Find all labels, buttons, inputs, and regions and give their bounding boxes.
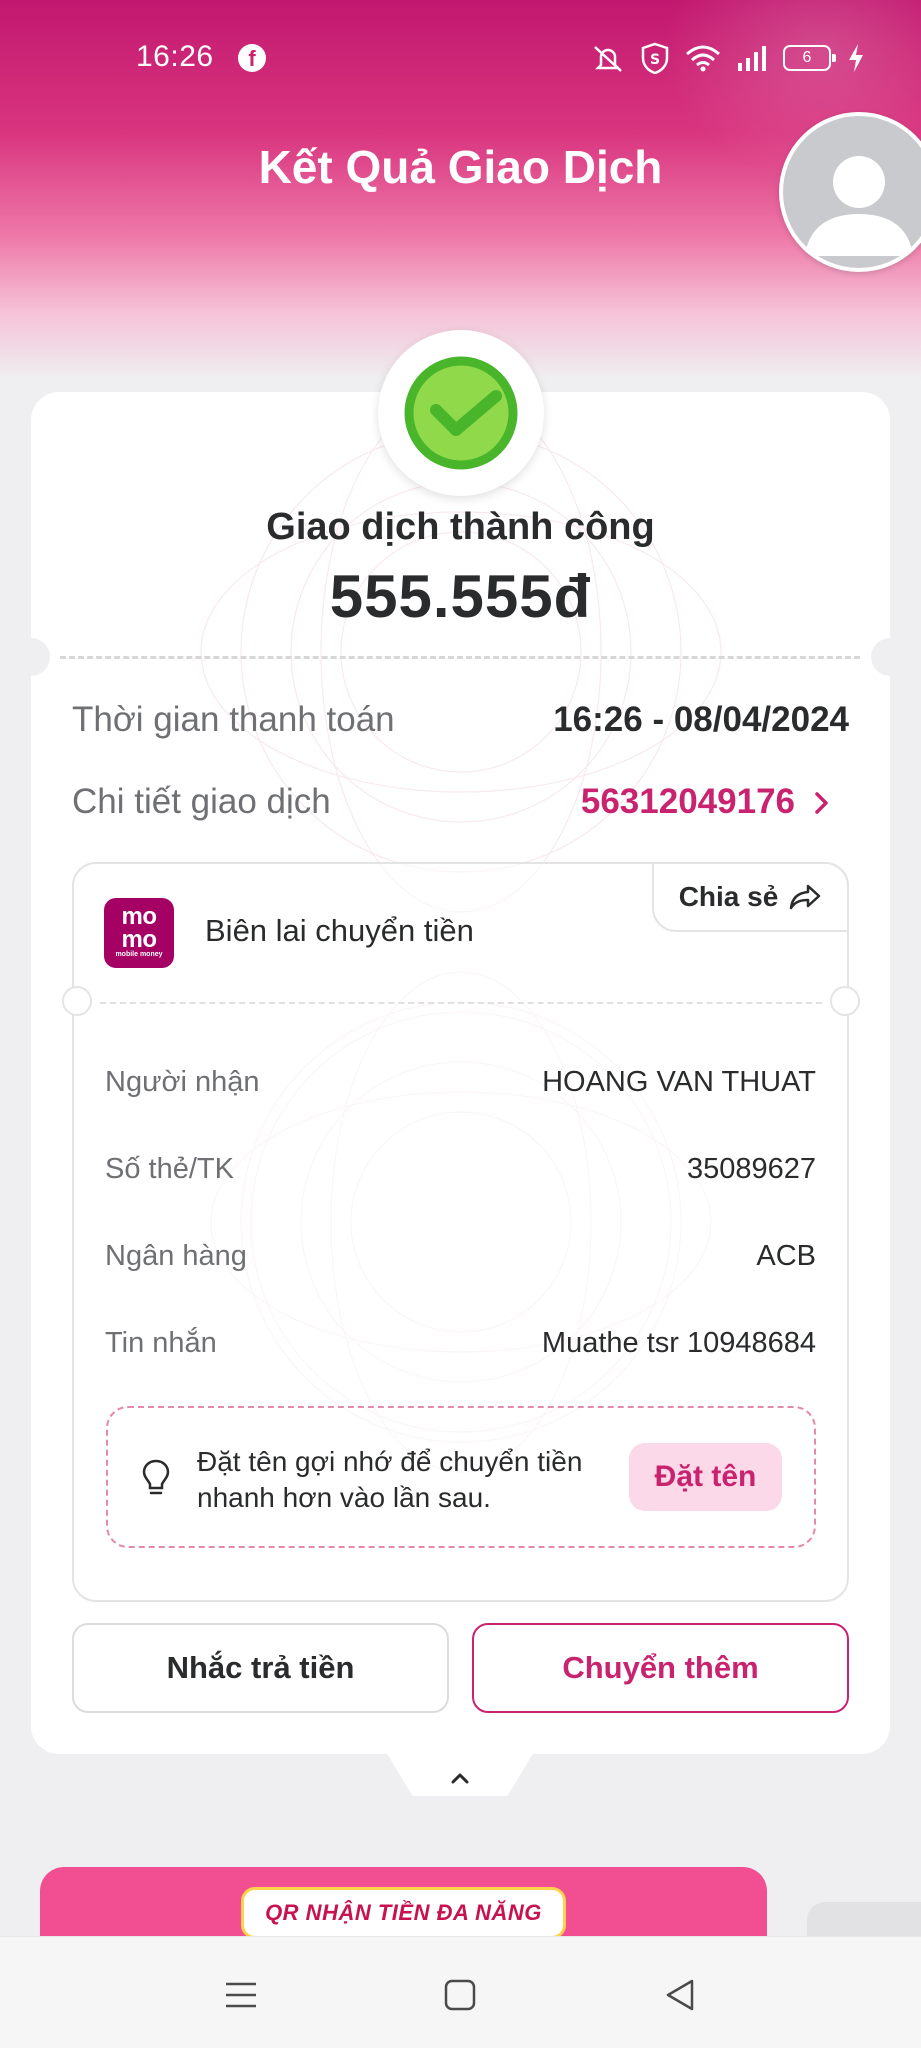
card-notch-left <box>12 638 50 676</box>
receipt-title: Biên lai chuyển tiền <box>205 913 474 948</box>
share-icon <box>790 884 821 910</box>
divider <box>60 656 860 659</box>
chevron-up-icon <box>451 1773 469 1784</box>
home-nav-button[interactable] <box>430 1965 490 2025</box>
set-name-button[interactable]: Đặt tên <box>629 1443 782 1511</box>
svg-text:S: S <box>650 52 660 68</box>
nickname-hint-text: Đặt tên gợi nhớ để chuyển tiền nhanh hơn… <box>197 1446 583 1513</box>
recipient-value: HOANG VAN THUAT <box>542 1066 816 1098</box>
menu-nav-button[interactable] <box>211 1965 271 2025</box>
card-notch-right <box>871 638 909 676</box>
chevron-right-icon[interactable] <box>810 788 834 818</box>
mute-icon <box>594 46 622 72</box>
transaction-id-link[interactable]: 56312049176 <box>581 782 795 822</box>
receipt-divider <box>100 1002 822 1004</box>
home-square-icon <box>444 1979 476 2011</box>
receipt-notch-left <box>62 986 92 1016</box>
account-label: Số thẻ/TK <box>105 1153 234 1185</box>
transaction-status: Giao dịch thành công <box>266 506 655 548</box>
status-icons: S 6 <box>591 42 865 74</box>
recipient-label: Người nhận <box>105 1066 260 1098</box>
system-nav-bar <box>0 1936 921 2048</box>
back-triangle-icon <box>666 1979 694 2011</box>
bank-label: Ngân hàng <box>105 1240 247 1272</box>
payment-time-value: 16:26 - 08/04/2024 <box>553 700 849 739</box>
share-button[interactable]: Chia sẻ <box>652 862 849 932</box>
charging-icon <box>849 44 863 72</box>
signal-icon <box>738 46 766 71</box>
menu-icon <box>226 1982 256 2008</box>
collapse-tab[interactable] <box>386 1752 534 1796</box>
payment-time-label: Thời gian thanh toán <box>72 700 395 739</box>
receipt-notch-right <box>830 986 860 1016</box>
bank-value: ACB <box>756 1240 816 1272</box>
transaction-detail-label: Chi tiết giao dịch <box>72 782 331 821</box>
transaction-amount: 555.555đ <box>329 563 592 630</box>
message-label: Tin nhắn <box>105 1327 217 1359</box>
transfer-more-button[interactable]: Chuyển thêm <box>472 1623 849 1713</box>
lightbulb-icon <box>142 1459 170 1495</box>
success-check-icon <box>404 356 518 470</box>
success-badge <box>378 330 544 496</box>
vpn-shield-icon: S <box>641 42 669 74</box>
facebook-icon: f <box>238 44 266 72</box>
share-label: Chia sẻ <box>678 881 779 912</box>
battery-icon: 6 <box>783 45 836 71</box>
back-nav-button[interactable] <box>650 1965 710 2025</box>
account-value: 35089627 <box>686 1153 816 1185</box>
wifi-icon <box>686 45 720 72</box>
momo-logo: mo mo mobile money <box>104 898 174 968</box>
remind-payment-button[interactable]: Nhắc trả tiền <box>72 1623 449 1713</box>
status-bar: 16:26 f S 6 <box>0 30 921 88</box>
message-value: Muathe tsr 10948684 <box>541 1327 816 1359</box>
user-icon <box>805 156 913 256</box>
status-time: 16:26 <box>136 40 214 73</box>
promo-badge: QR NHẬN TIỀN ĐA NĂNG <box>241 1887 566 1939</box>
